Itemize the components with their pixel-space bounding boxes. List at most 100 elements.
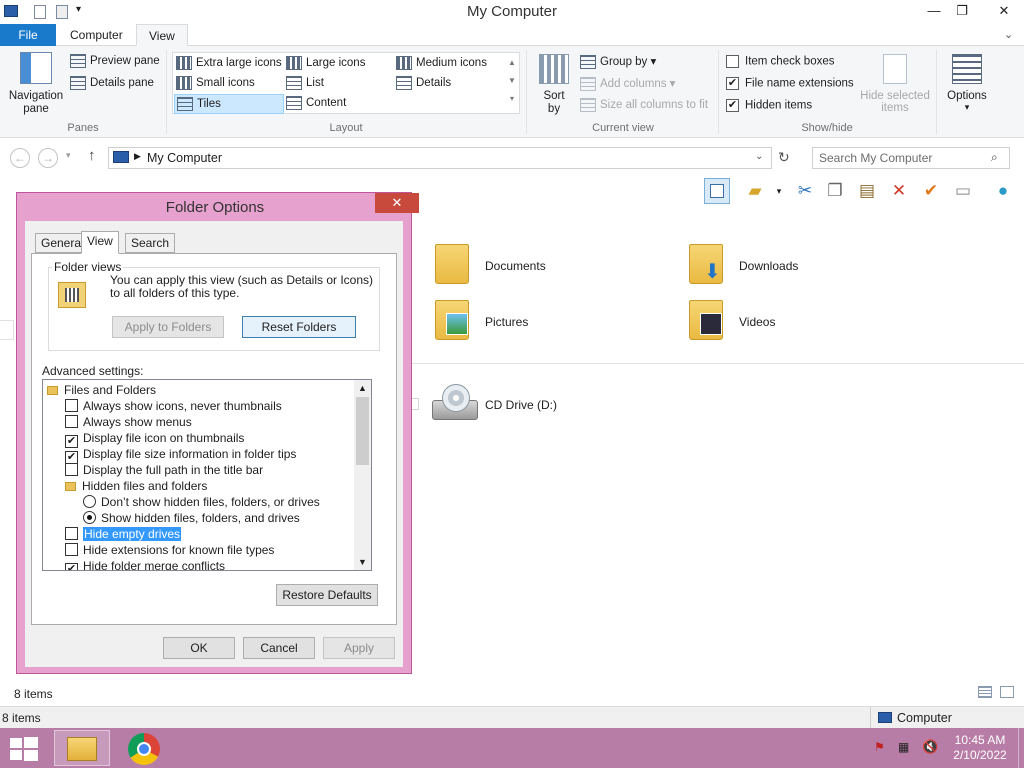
forward-button[interactable]: → [38, 148, 58, 168]
layout-small-icons[interactable]: Small icons [176, 76, 255, 90]
cut-icon[interactable]: ✂ [792, 178, 818, 204]
ribbon-collapse-icon[interactable]: ⌄ [1004, 28, 1013, 41]
details-view-icon[interactable] [978, 686, 992, 698]
file-name-extensions-toggle[interactable]: ✔ File name extensions [726, 77, 854, 90]
pictures-folder-icon[interactable] [435, 300, 469, 340]
cd-drive-icon[interactable] [432, 384, 478, 426]
group-by-button[interactable]: Group by ▾ [580, 54, 656, 69]
apply-to-folders-button[interactable]: Apply to Folders [112, 316, 224, 338]
checkbox[interactable]: ✔ [65, 563, 78, 570]
folder-label-pictures[interactable]: Pictures [485, 315, 528, 329]
scrollbar[interactable]: ▲ ▼ [354, 380, 371, 570]
action-center-flag-icon[interactable]: ⚑ [874, 740, 885, 754]
tab-file[interactable]: File [0, 24, 56, 46]
checkbox[interactable] [65, 399, 78, 412]
layout-details[interactable]: Details [396, 76, 451, 90]
paste-icon[interactable]: ▤ [854, 178, 880, 204]
layout-large-icons[interactable]: Large icons [286, 56, 365, 70]
recent-locations-icon[interactable]: ▾ [66, 150, 71, 161]
group-collapse-handle[interactable] [412, 398, 419, 410]
address-dropdown-icon[interactable]: ⌄ [755, 151, 763, 162]
reset-folders-button[interactable]: Reset Folders [242, 316, 356, 338]
item-check-boxes-toggle[interactable]: Item check boxes [726, 55, 834, 68]
up-button[interactable]: ↑ [88, 147, 96, 164]
list-item-selected[interactable]: Hide empty drives [65, 526, 182, 542]
list-item[interactable]: ✔ Display file size information in folder… [65, 446, 296, 464]
clock[interactable]: 10:45 AM 2/10/2022 [950, 733, 1010, 763]
preview-pane-button[interactable]: Preview pane [70, 54, 160, 68]
volume-muted-icon[interactable]: 🔇 [922, 739, 938, 755]
checkbox[interactable] [726, 55, 739, 68]
show-desktop-button[interactable] [1018, 728, 1024, 768]
delete-icon[interactable]: ✕ [886, 178, 912, 204]
layout-content[interactable]: Content [286, 96, 346, 110]
taskbar-chrome[interactable] [115, 730, 171, 766]
properties-check-icon[interactable]: ✔ [918, 178, 944, 204]
folder-label-videos[interactable]: Videos [739, 315, 775, 329]
large-icons-view-icon[interactable] [1000, 686, 1014, 698]
tab-search[interactable]: Search [125, 233, 176, 253]
network-globe-icon[interactable]: ● [990, 178, 1016, 204]
checkbox[interactable] [65, 527, 78, 540]
advanced-settings-list[interactable]: Files and Folders Always show icons, nev… [42, 379, 372, 571]
search-input[interactable]: Search My Computer ⌕ [812, 147, 1010, 169]
downloads-folder-icon[interactable]: ⬇ [689, 244, 723, 284]
layout-list[interactable]: List [286, 76, 324, 90]
navigation-pane-button[interactable]: Navigation pane [8, 52, 64, 116]
start-button[interactable] [10, 737, 38, 761]
chevron-down-icon[interactable]: ▾ [766, 178, 792, 204]
checkbox[interactable] [65, 543, 78, 556]
apply-button[interactable]: Apply [323, 637, 395, 659]
restore-defaults-button[interactable]: Restore Defaults [276, 584, 378, 606]
options-button[interactable]: Options ▾ [942, 54, 992, 113]
tab-computer[interactable]: Computer [58, 24, 135, 46]
checkbox[interactable]: ✔ [726, 99, 739, 112]
list-item[interactable]: Display the full path in the title bar [65, 462, 263, 478]
list-item[interactable]: Always show menus [65, 414, 192, 430]
details-pane-button[interactable]: Details pane [70, 76, 154, 90]
videos-folder-icon[interactable] [689, 300, 723, 340]
sort-by-button[interactable]: Sort by [536, 54, 572, 116]
list-item[interactable]: ✔ Display file icon on thumbnails [65, 430, 244, 448]
radio-button[interactable] [83, 511, 96, 524]
cancel-button[interactable]: Cancel [243, 637, 315, 659]
tab-view[interactable]: View [136, 24, 188, 46]
rename-icon[interactable]: ▭ [950, 178, 976, 204]
tab-view[interactable]: View [81, 231, 119, 254]
checkbox[interactable] [65, 463, 78, 476]
list-item[interactable]: Show hidden files, folders, and drives [83, 510, 300, 526]
layout-medium-icons[interactable]: Medium icons [396, 56, 487, 70]
list-item[interactable]: ✔ Hide folder merge conflicts [65, 558, 225, 570]
network-icon[interactable]: ▦ [898, 740, 909, 754]
folder-label-downloads[interactable]: Downloads [739, 259, 798, 273]
preview-pane-toggle-icon[interactable] [704, 178, 730, 204]
scroll-up-icon[interactable]: ▲ [354, 380, 371, 396]
drive-label-cd[interactable]: CD Drive (D:) [485, 398, 557, 412]
copy-icon[interactable]: ❐ [822, 178, 848, 204]
back-button[interactable]: ← [10, 148, 30, 168]
refresh-icon[interactable]: ↻ [778, 149, 790, 166]
scrollbar-thumb[interactable] [356, 397, 369, 465]
taskbar-file-explorer[interactable] [54, 730, 110, 766]
list-item[interactable]: Always show icons, never thumbnails [65, 398, 282, 414]
address-field[interactable]: ▶ My Computer ⌄ [108, 147, 772, 169]
size-columns-button[interactable]: Size all columns to fit [580, 98, 708, 112]
ok-button[interactable]: OK [163, 637, 235, 659]
layout-tiles[interactable]: Tiles [174, 94, 284, 114]
add-columns-button[interactable]: Add columns ▾ [580, 76, 675, 91]
dialog-close-button[interactable]: ✕ [375, 193, 419, 213]
address-path[interactable]: My Computer [147, 151, 222, 165]
checkbox[interactable] [65, 415, 78, 428]
hidden-items-toggle[interactable]: ✔ Hidden items [726, 99, 812, 112]
chevron-right-icon[interactable]: ▶ [134, 151, 141, 162]
hide-selected-button[interactable]: Hide selected items [860, 54, 930, 114]
gallery-scroll[interactable]: ▲ ▼ ▾ [506, 54, 518, 112]
search-icon[interactable]: ⌕ [991, 150, 998, 165]
close-button[interactable]: ✕ [986, 0, 1022, 22]
folder-options-icon[interactable]: ▰ [742, 178, 768, 204]
layout-extra-large-icons[interactable]: Extra large icons [176, 56, 282, 70]
documents-folder-icon[interactable] [435, 244, 469, 284]
checkbox[interactable]: ✔ [726, 77, 739, 90]
list-item[interactable]: Don’t show hidden files, folders, or dri… [83, 494, 320, 510]
radio-button[interactable] [83, 495, 96, 508]
